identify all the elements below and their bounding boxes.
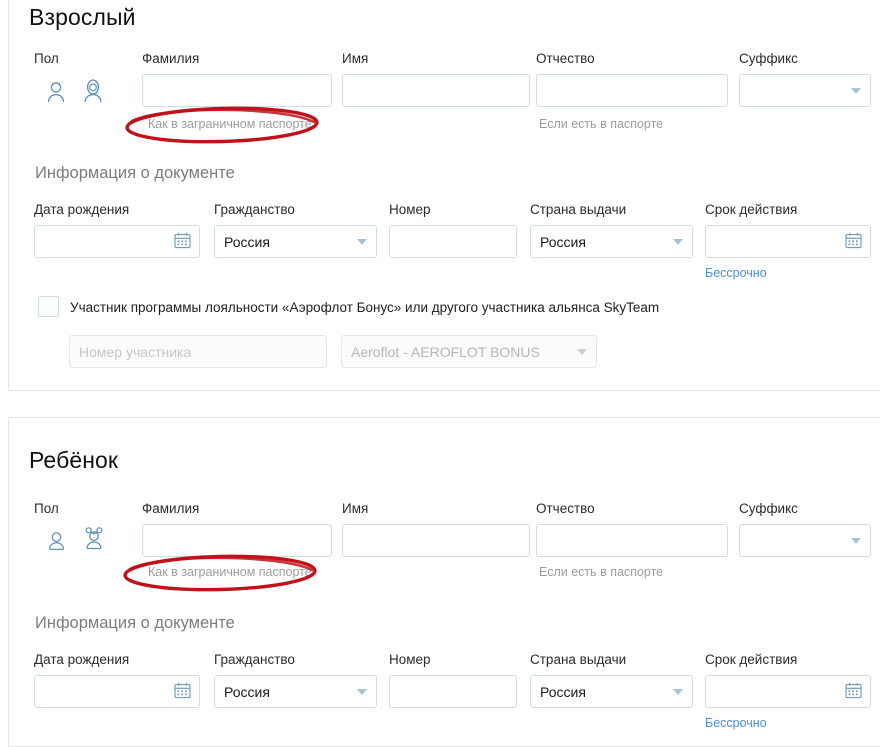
child-expiry-label: Срок действия xyxy=(705,652,798,667)
adult-loyalty-program-select[interactable]: Aeroflot - AEROFLOT BONUS xyxy=(341,335,597,368)
child-firstname-label: Имя xyxy=(342,501,369,516)
child-section-title: Ребёнок xyxy=(29,447,119,473)
adult-expiry-label: Срок действия xyxy=(705,202,798,217)
child-lastname-hint: Как в заграничном паспорте xyxy=(148,565,312,579)
child-citizenship-select[interactable]: Россия xyxy=(214,675,377,708)
child-middlename-hint: Если есть в паспорте xyxy=(539,565,664,579)
adult-section-title: Взрослый xyxy=(29,4,136,30)
adult-expiry-input[interactable] xyxy=(705,225,871,258)
child-issuing-country-select[interactable]: Россия xyxy=(530,675,693,708)
adult-docnumber-label: Номер xyxy=(389,202,431,217)
boy-gender-icon[interactable] xyxy=(48,531,65,555)
child-issuing-country-value: Россия xyxy=(540,683,586,700)
child-suffix-label: Суффикс xyxy=(739,501,798,516)
child-birthdate-input[interactable] xyxy=(34,675,200,708)
child-citizenship-value: Россия xyxy=(224,683,270,700)
adult-suffix-label: Суффикс xyxy=(739,51,798,66)
adult-loyalty-checkbox[interactable] xyxy=(38,296,59,317)
chevron-down-icon xyxy=(357,688,367,695)
child-gender-label: Пол xyxy=(34,501,59,516)
child-birthdate-label: Дата рождения xyxy=(34,652,130,667)
chevron-down-icon xyxy=(577,348,587,355)
adult-expiry-unlimited-link[interactable]: Бессрочно xyxy=(705,266,767,280)
chevron-down-icon xyxy=(851,537,861,544)
adult-middlename-label: Отчество xyxy=(536,51,595,66)
child-citizenship-label: Гражданство xyxy=(214,652,295,667)
adult-middlename-input[interactable] xyxy=(536,74,728,107)
adult-lastname-hint: Как в заграничном паспорте xyxy=(148,117,312,131)
chevron-down-icon xyxy=(673,238,683,245)
adult-issuing-country-value: Россия xyxy=(540,233,586,250)
chevron-down-icon xyxy=(851,87,861,94)
child-docnumber-label: Номер xyxy=(389,652,431,667)
child-docnumber-input[interactable] xyxy=(389,675,517,708)
adult-document-section-title: Информация о документе xyxy=(35,164,235,182)
adult-citizenship-label: Гражданство xyxy=(214,202,295,217)
adult-lastname-label: Фамилия xyxy=(142,51,200,66)
child-lastname-input[interactable] xyxy=(142,524,332,557)
adult-passenger-card: Взрослый Пол Фамилия Как в заграничном п… xyxy=(8,0,880,391)
child-passenger-card: Ребёнок Пол Фамилия Как в заграничном па… xyxy=(8,417,880,747)
adult-middlename-hint: Если есть в паспорте xyxy=(539,117,664,131)
child-middlename-label: Отчество xyxy=(536,501,595,516)
child-issuing-country-label: Страна выдачи xyxy=(530,652,627,667)
adult-loyalty-program-value: Aeroflot - AEROFLOT BONUS xyxy=(351,343,540,360)
chevron-down-icon xyxy=(673,688,683,695)
adult-firstname-label: Имя xyxy=(342,51,369,66)
child-middlename-input[interactable] xyxy=(536,524,728,557)
chevron-down-icon xyxy=(357,238,367,245)
adult-loyalty-number-input[interactable] xyxy=(69,335,327,368)
adult-citizenship-select[interactable]: Россия xyxy=(214,225,377,258)
female-gender-icon[interactable] xyxy=(82,79,104,108)
adult-suffix-select[interactable] xyxy=(739,74,871,107)
adult-issuing-country-select[interactable]: Россия xyxy=(530,225,693,258)
child-document-section-title: Информация о документе xyxy=(35,614,235,632)
adult-birthdate-label: Дата рождения xyxy=(34,202,130,217)
adult-gender-label: Пол xyxy=(34,51,59,66)
child-firstname-input[interactable] xyxy=(342,524,530,557)
male-gender-icon[interactable] xyxy=(46,81,66,108)
child-suffix-select[interactable] xyxy=(739,524,871,557)
adult-docnumber-input[interactable] xyxy=(389,225,517,258)
child-expiry-input[interactable] xyxy=(705,675,871,708)
child-lastname-label: Фамилия xyxy=(142,501,200,516)
girl-gender-icon[interactable] xyxy=(85,526,103,555)
adult-issuing-country-label: Страна выдачи xyxy=(530,202,627,217)
adult-firstname-input[interactable] xyxy=(342,74,530,107)
adult-birthdate-input[interactable] xyxy=(34,225,200,258)
child-expiry-unlimited-link[interactable]: Бессрочно xyxy=(705,716,767,730)
adult-lastname-input[interactable] xyxy=(142,74,332,107)
adult-loyalty-checkbox-label: Участник программы лояльности «Аэрофлот … xyxy=(70,300,660,315)
adult-citizenship-value: Россия xyxy=(224,233,270,250)
